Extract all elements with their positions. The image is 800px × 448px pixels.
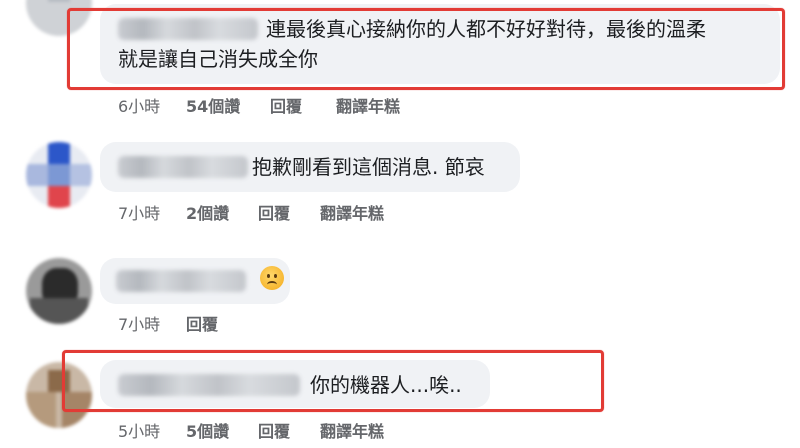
- translate-button[interactable]: 翻譯年糕: [320, 200, 384, 224]
- like-count[interactable]: 54個讚: [186, 93, 240, 117]
- comment-text: 抱歉剛看到這個消息. 節哀: [252, 155, 485, 179]
- reply-button[interactable]: 回覆: [258, 200, 290, 224]
- avatar[interactable]: [26, 142, 92, 208]
- comment-4: 你的機器人...唉.. 5小時 5個讚 回覆 翻譯年糕: [0, 350, 800, 448]
- comment-2: 抱歉剛看到這個消息. 節哀 7小時 2個讚 回覆 翻譯年糕: [0, 134, 800, 234]
- reply-button[interactable]: 回覆: [186, 311, 218, 335]
- commenter-name-blurred[interactable]: [116, 270, 246, 292]
- reply-button[interactable]: 回覆: [270, 93, 302, 117]
- like-count[interactable]: 2個讚: [186, 200, 229, 224]
- translate-button[interactable]: 翻譯年糕: [320, 418, 384, 442]
- sad-face-icon: [260, 266, 284, 290]
- translate-button[interactable]: 翻譯年糕: [336, 93, 400, 117]
- highlight-box: [62, 350, 604, 412]
- comment-1: 連最後真心接納你的人都不好好對待，最後的溫柔 就是讓自己消失成全你 6小時 54…: [0, 0, 800, 118]
- comment-time[interactable]: 7小時: [118, 200, 160, 224]
- like-count[interactable]: 5個讚: [186, 418, 229, 442]
- comment-time[interactable]: 7小時: [118, 311, 160, 335]
- comment-time[interactable]: 5小時: [118, 418, 160, 442]
- commenter-name-blurred[interactable]: [118, 156, 248, 178]
- comment-3: 7小時 回覆: [0, 250, 800, 340]
- comment-time[interactable]: 6小時: [118, 93, 160, 117]
- avatar[interactable]: [26, 258, 92, 324]
- highlight-box: [67, 8, 785, 90]
- reply-button[interactable]: 回覆: [258, 418, 290, 442]
